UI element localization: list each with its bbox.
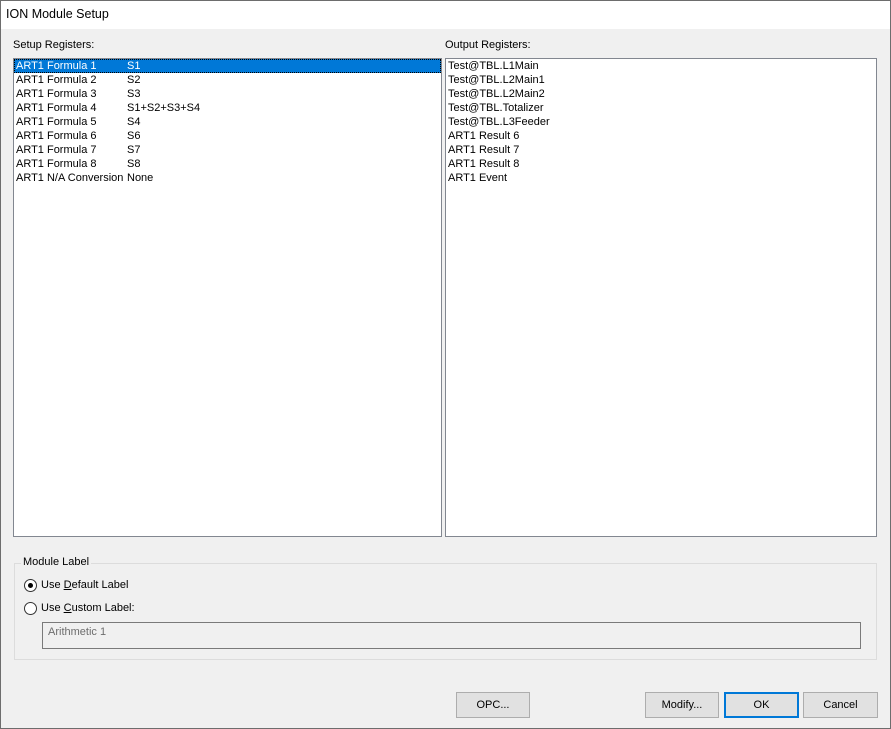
use-custom-label-text[interactable]: Use Custom Label:	[41, 602, 135, 614]
output-register-row[interactable]: Test@TBL.L3Feeder	[446, 115, 876, 129]
use-custom-label-radio[interactable]	[24, 602, 37, 615]
setup-register-row[interactable]: ART1 N/A Conversion None	[14, 171, 441, 185]
setup-register-row[interactable]: ART1 Formula 7 S7	[14, 143, 441, 157]
setup-register-name: ART1 Formula 2	[16, 74, 97, 86]
setup-register-name: ART1 Formula 5	[16, 116, 97, 128]
setup-register-value: S7	[127, 144, 141, 156]
radio-selected-dot	[28, 583, 33, 588]
title-bar[interactable]: ION Module Setup	[1, 1, 890, 29]
setup-register-value: S3	[127, 88, 141, 100]
cancel-button[interactable]: Cancel	[803, 692, 878, 718]
output-register-row[interactable]: ART1 Result 6	[446, 129, 876, 143]
output-register-row[interactable]: Test@TBL.L2Main1	[446, 73, 876, 87]
setup-register-name: ART1 Formula 1	[16, 60, 97, 72]
output-register-row[interactable]: ART1 Event	[446, 171, 876, 185]
setup-register-name: ART1 Formula 4	[16, 102, 97, 114]
setup-registers-label: Setup Registers:	[13, 39, 95, 51]
setup-register-value: S6	[127, 130, 141, 142]
setup-register-row[interactable]: ART1 Formula 3 S3	[14, 87, 441, 101]
setup-registers-list[interactable]: ART1 Formula 1 S1 ART1 Formula 2 S2 ART1 For…	[13, 58, 442, 537]
output-register-row[interactable]: ART1 Result 8	[446, 157, 876, 171]
setup-register-row[interactable]: ART1 Formula 4 S1+S2+S3+S4	[14, 101, 441, 115]
output-registers-label: Output Registers:	[445, 39, 531, 51]
setup-register-name: ART1 Formula 7	[16, 144, 97, 156]
setup-register-row[interactable]: ART1 Formula 5 S4	[14, 115, 441, 129]
setup-register-name: ART1 Formula 6	[16, 130, 97, 142]
window-title: ION Module Setup	[6, 7, 109, 21]
setup-register-value: S4	[127, 116, 141, 128]
setup-register-row[interactable]: ART1 Formula 8 S8	[14, 157, 441, 171]
opc-button[interactable]: OPC...	[456, 692, 530, 718]
setup-register-name: ART1 N/A Conversion	[16, 172, 124, 184]
setup-register-row[interactable]: ART1 Formula 6 S6	[14, 129, 441, 143]
output-register-row[interactable]: ART1 Result 7	[446, 143, 876, 157]
output-registers-list[interactable]: Test@TBL.L1Main Test@TBL.L2Main1 Test@TBL.…	[445, 58, 877, 537]
custom-label-input: Arithmetic 1	[42, 622, 861, 649]
module-label-legend: Module Label	[21, 556, 92, 568]
setup-register-value: None	[127, 172, 154, 184]
output-register-row[interactable]: Test@TBL.L2Main2	[446, 87, 876, 101]
output-register-row[interactable]: Test@TBL.L1Main	[446, 59, 876, 73]
setup-register-value: S1	[127, 60, 141, 72]
setup-register-row[interactable]: ART1 Formula 2 S2	[14, 73, 441, 87]
modify-button[interactable]: Modify...	[645, 692, 719, 718]
output-register-row[interactable]: Test@TBL.Totalizer	[446, 101, 876, 115]
setup-register-name: ART1 Formula 3	[16, 88, 97, 100]
setup-register-value: S1+S2+S3+S4	[127, 102, 201, 114]
setup-register-name: ART1 Formula 8	[16, 158, 97, 170]
setup-register-value: S2	[127, 74, 141, 86]
use-default-label-radio[interactable]	[24, 579, 37, 592]
ok-button[interactable]: OK	[724, 692, 799, 718]
setup-register-value: S8	[127, 158, 141, 170]
setup-register-row[interactable]: ART1 Formula 1 S1	[14, 59, 441, 73]
dialog-window: ION Module Setup Setup Registers: Output…	[0, 0, 891, 729]
use-default-label-text[interactable]: Use Default Label	[41, 579, 128, 591]
